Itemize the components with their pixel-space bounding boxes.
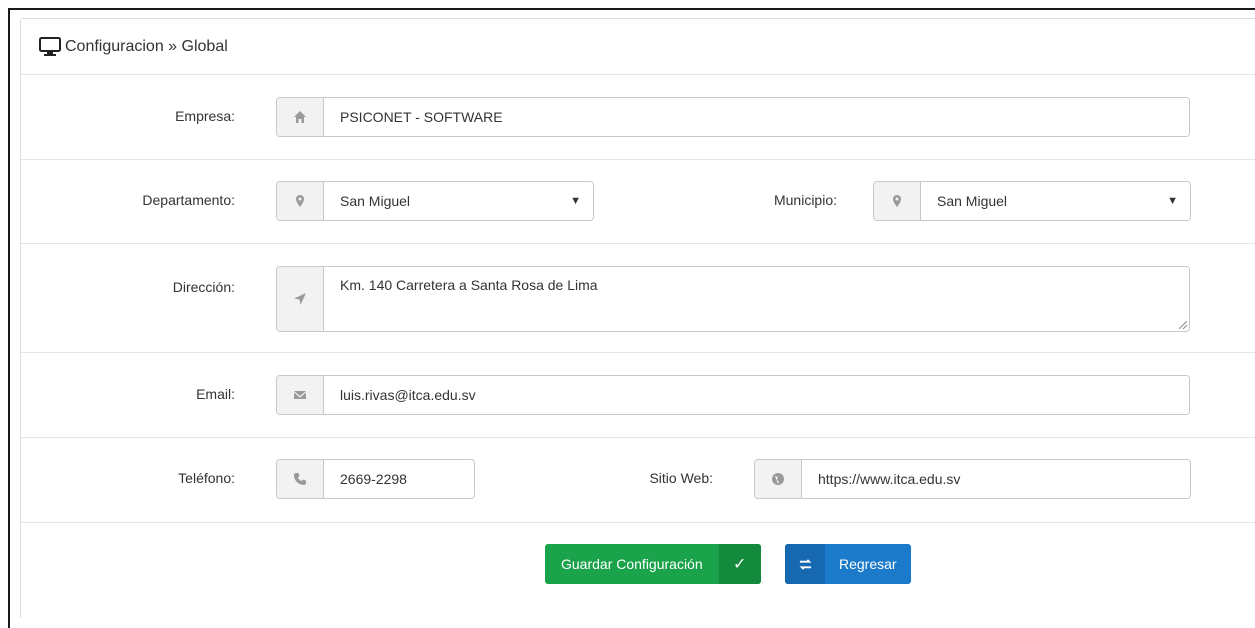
divider <box>21 522 1255 523</box>
sitio-web-input[interactable]: https://www.itca.edu.sv <box>802 460 1190 498</box>
config-panel: Configuracion » Global Empresa: PSICONET… <box>20 18 1255 618</box>
municipio-label: Municipio: <box>773 192 837 208</box>
check-icon: ✓ <box>718 544 761 584</box>
map-marker-icon <box>277 182 324 220</box>
save-config-label: Guardar Configuración <box>561 556 703 572</box>
departamento-value[interactable]: San Miguel ▼ <box>324 182 593 220</box>
direccion-textarea[interactable]: Km. 140 Carretera a Santa Rosa de Lima <box>324 267 1189 331</box>
empresa-label: Empresa: <box>175 108 235 124</box>
telefono-input[interactable]: 2669-2298 <box>324 460 474 498</box>
municipio-value[interactable]: San Miguel ▼ <box>921 182 1190 220</box>
home-icon <box>277 98 324 136</box>
back-button[interactable]: Regresar <box>785 544 911 584</box>
panel-heading: Configuracion » Global <box>21 19 1255 75</box>
empresa-field[interactable]: PSICONET - SOFTWARE <box>276 97 1190 137</box>
resize-handle-icon[interactable] <box>1179 321 1187 329</box>
chevron-down-icon: ▼ <box>570 195 581 207</box>
monitor-icon <box>39 36 61 56</box>
departamento-selected: San Miguel <box>340 193 411 209</box>
direccion-label: Dirección: <box>172 279 235 295</box>
departamento-label: Departamento: <box>142 192 235 208</box>
telefono-label: Teléfono: <box>178 470 235 486</box>
email-label: Email: <box>196 386 235 402</box>
telefono-field[interactable]: 2669-2298 <box>276 459 475 499</box>
page-title: Configuracion » Global <box>65 37 228 55</box>
divider <box>21 159 1255 160</box>
direccion-text: Km. 140 Carretera a Santa Rosa de Lima <box>340 277 598 293</box>
chevron-down-icon: ▼ <box>1167 195 1178 207</box>
divider <box>21 243 1255 244</box>
envelope-icon <box>277 376 324 414</box>
map-marker-icon <box>874 182 921 220</box>
back-label: Regresar <box>839 556 897 572</box>
exchange-arrows-icon <box>785 544 825 584</box>
email-field[interactable]: luis.rivas@itca.edu.sv <box>276 375 1190 415</box>
phone-icon <box>277 460 324 498</box>
sitio-web-label: Sitio Web: <box>649 470 713 486</box>
save-config-button[interactable]: Guardar Configuración ✓ <box>545 544 761 584</box>
municipio-selected: San Miguel <box>937 193 1008 209</box>
departamento-select[interactable]: San Miguel ▼ <box>276 181 594 221</box>
globe-icon <box>755 460 802 498</box>
municipio-select[interactable]: San Miguel ▼ <box>873 181 1191 221</box>
divider <box>21 352 1255 353</box>
sitio-web-field[interactable]: https://www.itca.edu.sv <box>754 459 1191 499</box>
location-arrow-icon <box>277 267 324 331</box>
email-input[interactable]: luis.rivas@itca.edu.sv <box>324 376 1189 414</box>
divider <box>21 437 1255 438</box>
direccion-field[interactable]: Km. 140 Carretera a Santa Rosa de Lima <box>276 266 1190 332</box>
empresa-input[interactable]: PSICONET - SOFTWARE <box>324 98 1189 136</box>
